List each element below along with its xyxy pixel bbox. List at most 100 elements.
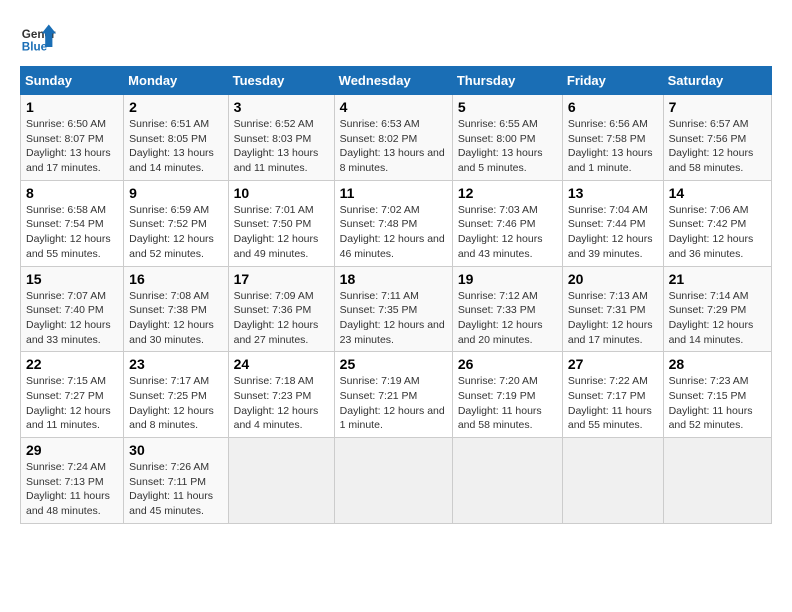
day-number: 12 [458, 185, 557, 201]
day-number: 25 [340, 356, 447, 372]
day-number: 24 [234, 356, 329, 372]
day-number: 21 [669, 271, 766, 287]
day-number: 1 [26, 99, 118, 115]
header-thursday: Thursday [452, 67, 562, 95]
calendar-cell: 26 Sunrise: 7:20 AM Sunset: 7:19 PM Dayl… [452, 352, 562, 438]
day-number: 9 [129, 185, 222, 201]
calendar-cell: 4 Sunrise: 6:53 AM Sunset: 8:02 PM Dayli… [334, 95, 452, 181]
day-number: 28 [669, 356, 766, 372]
calendar-cell: 7 Sunrise: 6:57 AM Sunset: 7:56 PM Dayli… [663, 95, 771, 181]
page-header: General Blue [20, 20, 772, 56]
day-info: Sunrise: 7:17 AM Sunset: 7:25 PM Dayligh… [129, 375, 214, 431]
calendar-table: SundayMondayTuesdayWednesdayThursdayFrid… [20, 66, 772, 524]
day-info: Sunrise: 6:51 AM Sunset: 8:05 PM Dayligh… [129, 118, 214, 174]
calendar-cell: 17 Sunrise: 7:09 AM Sunset: 7:36 PM Dayl… [228, 266, 334, 352]
calendar-cell: 25 Sunrise: 7:19 AM Sunset: 7:21 PM Dayl… [334, 352, 452, 438]
day-number: 4 [340, 99, 447, 115]
day-info: Sunrise: 7:26 AM Sunset: 7:11 PM Dayligh… [129, 461, 213, 517]
calendar-cell: 28 Sunrise: 7:23 AM Sunset: 7:15 PM Dayl… [663, 352, 771, 438]
calendar-cell: 12 Sunrise: 7:03 AM Sunset: 7:46 PM Dayl… [452, 180, 562, 266]
day-info: Sunrise: 6:57 AM Sunset: 7:56 PM Dayligh… [669, 118, 754, 174]
day-info: Sunrise: 6:53 AM Sunset: 8:02 PM Dayligh… [340, 118, 445, 174]
calendar-cell: 10 Sunrise: 7:01 AM Sunset: 7:50 PM Dayl… [228, 180, 334, 266]
calendar-cell: 27 Sunrise: 7:22 AM Sunset: 7:17 PM Dayl… [562, 352, 663, 438]
day-info: Sunrise: 7:24 AM Sunset: 7:13 PM Dayligh… [26, 461, 110, 517]
day-number: 20 [568, 271, 658, 287]
day-number: 27 [568, 356, 658, 372]
calendar-cell: 8 Sunrise: 6:58 AM Sunset: 7:54 PM Dayli… [21, 180, 124, 266]
day-info: Sunrise: 6:50 AM Sunset: 8:07 PM Dayligh… [26, 118, 111, 174]
header-saturday: Saturday [663, 67, 771, 95]
week-row-3: 15 Sunrise: 7:07 AM Sunset: 7:40 PM Dayl… [21, 266, 772, 352]
calendar-cell [228, 438, 334, 524]
logo-icon: General Blue [20, 20, 56, 56]
day-info: Sunrise: 7:23 AM Sunset: 7:15 PM Dayligh… [669, 375, 753, 431]
day-number: 6 [568, 99, 658, 115]
day-info: Sunrise: 7:07 AM Sunset: 7:40 PM Dayligh… [26, 290, 111, 346]
calendar-cell: 23 Sunrise: 7:17 AM Sunset: 7:25 PM Dayl… [124, 352, 228, 438]
calendar-cell: 19 Sunrise: 7:12 AM Sunset: 7:33 PM Dayl… [452, 266, 562, 352]
header-tuesday: Tuesday [228, 67, 334, 95]
header-monday: Monday [124, 67, 228, 95]
calendar-cell: 21 Sunrise: 7:14 AM Sunset: 7:29 PM Dayl… [663, 266, 771, 352]
calendar-cell: 9 Sunrise: 6:59 AM Sunset: 7:52 PM Dayli… [124, 180, 228, 266]
day-number: 29 [26, 442, 118, 458]
week-row-4: 22 Sunrise: 7:15 AM Sunset: 7:27 PM Dayl… [21, 352, 772, 438]
calendar-cell: 29 Sunrise: 7:24 AM Sunset: 7:13 PM Dayl… [21, 438, 124, 524]
day-info: Sunrise: 7:12 AM Sunset: 7:33 PM Dayligh… [458, 290, 543, 346]
day-info: Sunrise: 6:59 AM Sunset: 7:52 PM Dayligh… [129, 204, 214, 260]
day-number: 16 [129, 271, 222, 287]
logo: General Blue [20, 20, 56, 56]
day-number: 2 [129, 99, 222, 115]
day-info: Sunrise: 7:06 AM Sunset: 7:42 PM Dayligh… [669, 204, 754, 260]
header-friday: Friday [562, 67, 663, 95]
day-number: 8 [26, 185, 118, 201]
day-info: Sunrise: 7:08 AM Sunset: 7:38 PM Dayligh… [129, 290, 214, 346]
calendar-cell: 16 Sunrise: 7:08 AM Sunset: 7:38 PM Dayl… [124, 266, 228, 352]
day-number: 18 [340, 271, 447, 287]
day-info: Sunrise: 7:19 AM Sunset: 7:21 PM Dayligh… [340, 375, 445, 431]
day-info: Sunrise: 7:04 AM Sunset: 7:44 PM Dayligh… [568, 204, 653, 260]
calendar-cell: 14 Sunrise: 7:06 AM Sunset: 7:42 PM Dayl… [663, 180, 771, 266]
day-number: 10 [234, 185, 329, 201]
day-info: Sunrise: 6:56 AM Sunset: 7:58 PM Dayligh… [568, 118, 653, 174]
header-sunday: Sunday [21, 67, 124, 95]
svg-text:Blue: Blue [22, 41, 48, 54]
day-number: 22 [26, 356, 118, 372]
day-number: 19 [458, 271, 557, 287]
day-number: 3 [234, 99, 329, 115]
week-row-5: 29 Sunrise: 7:24 AM Sunset: 7:13 PM Dayl… [21, 438, 772, 524]
week-row-2: 8 Sunrise: 6:58 AM Sunset: 7:54 PM Dayli… [21, 180, 772, 266]
calendar-cell: 11 Sunrise: 7:02 AM Sunset: 7:48 PM Dayl… [334, 180, 452, 266]
calendar-cell: 5 Sunrise: 6:55 AM Sunset: 8:00 PM Dayli… [452, 95, 562, 181]
day-info: Sunrise: 6:55 AM Sunset: 8:00 PM Dayligh… [458, 118, 543, 174]
day-info: Sunrise: 7:03 AM Sunset: 7:46 PM Dayligh… [458, 204, 543, 260]
header-wednesday: Wednesday [334, 67, 452, 95]
calendar-cell [663, 438, 771, 524]
day-info: Sunrise: 7:20 AM Sunset: 7:19 PM Dayligh… [458, 375, 542, 431]
day-info: Sunrise: 6:58 AM Sunset: 7:54 PM Dayligh… [26, 204, 111, 260]
day-number: 5 [458, 99, 557, 115]
calendar-cell: 13 Sunrise: 7:04 AM Sunset: 7:44 PM Dayl… [562, 180, 663, 266]
day-number: 14 [669, 185, 766, 201]
calendar-cell: 3 Sunrise: 6:52 AM Sunset: 8:03 PM Dayli… [228, 95, 334, 181]
day-number: 11 [340, 185, 447, 201]
day-info: Sunrise: 6:52 AM Sunset: 8:03 PM Dayligh… [234, 118, 319, 174]
day-info: Sunrise: 7:18 AM Sunset: 7:23 PM Dayligh… [234, 375, 319, 431]
day-number: 17 [234, 271, 329, 287]
day-info: Sunrise: 7:15 AM Sunset: 7:27 PM Dayligh… [26, 375, 111, 431]
day-info: Sunrise: 7:14 AM Sunset: 7:29 PM Dayligh… [669, 290, 754, 346]
calendar-cell: 15 Sunrise: 7:07 AM Sunset: 7:40 PM Dayl… [21, 266, 124, 352]
calendar-cell: 18 Sunrise: 7:11 AM Sunset: 7:35 PM Dayl… [334, 266, 452, 352]
day-info: Sunrise: 7:01 AM Sunset: 7:50 PM Dayligh… [234, 204, 319, 260]
day-info: Sunrise: 7:09 AM Sunset: 7:36 PM Dayligh… [234, 290, 319, 346]
day-number: 26 [458, 356, 557, 372]
calendar-cell [334, 438, 452, 524]
day-info: Sunrise: 7:13 AM Sunset: 7:31 PM Dayligh… [568, 290, 653, 346]
day-number: 30 [129, 442, 222, 458]
day-info: Sunrise: 7:02 AM Sunset: 7:48 PM Dayligh… [340, 204, 445, 260]
day-number: 15 [26, 271, 118, 287]
day-number: 13 [568, 185, 658, 201]
calendar-cell: 30 Sunrise: 7:26 AM Sunset: 7:11 PM Dayl… [124, 438, 228, 524]
week-row-1: 1 Sunrise: 6:50 AM Sunset: 8:07 PM Dayli… [21, 95, 772, 181]
